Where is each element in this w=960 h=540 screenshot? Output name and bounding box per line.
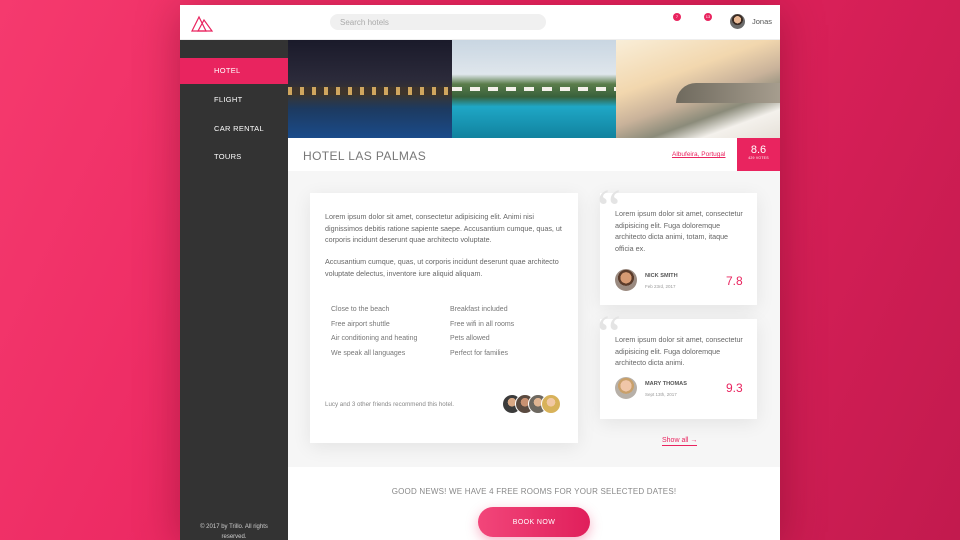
app-window: 7 13 Jonas Hotel Flight Car rental Tours… [180,5,780,540]
top-header: 7 13 Jonas [180,5,780,40]
reviewer-name: Mary Thomas [645,381,687,387]
sidebar-item-hotel[interactable]: Hotel [180,58,288,84]
copyright-text: © 2017 by Trillo. All rights reserved. [200,524,268,540]
hotel-content: Lorem ipsum dolor sit amet, consectetur … [288,171,780,471]
notification-badge: 7 [673,13,681,21]
sidebar-item-label: Tours [214,152,242,161]
description-card: Lorem ipsum dolor sit amet, consectetur … [310,193,578,443]
sidebar-item-label: Car rental [214,124,264,133]
feature-item: Free wifi in all rooms [450,321,515,328]
feature-item: Perfect for families [450,350,508,357]
sidebar-item-tours[interactable]: Tours [180,144,288,170]
trillo-logo-icon[interactable] [190,13,214,33]
review-score: 7.8 [726,274,743,288]
feature-item: We speak all languages [331,350,406,357]
avatar [615,269,637,291]
avatar[interactable] [541,394,561,414]
review-text: Lorem ipsum dolor sit amet, consectetur … [615,335,743,367]
gallery-photo-night-pool[interactable] [288,40,452,138]
description-paragraph: Accusantium cumque, quas, ut corporis in… [325,257,559,278]
sidebar-item-label: Hotel [214,66,241,75]
review-card: “ Lorem ipsum dolor sit amet, consectetu… [597,307,757,419]
gallery-photo-coast-view[interactable] [616,40,780,138]
review-text: Lorem ipsum dolor sit amet, consectetur … [615,209,743,253]
hotel-rating-value: 8.6 [750,144,767,156]
feature-item: Breakfast included [450,306,508,313]
gallery-photo-day-pool[interactable] [452,40,616,138]
sidebar-item-label: Flight [214,95,243,104]
review-date: Sept 13th, 2017 [645,392,677,397]
hotel-name: Hotel Las Palmas [303,149,427,163]
search-input[interactable] [330,14,546,30]
user-avatar[interactable] [730,14,745,29]
recommend-text: Lucy and 3 other friends recommend this … [325,401,454,408]
reviewer-name: Nick Smith [645,273,678,279]
user-name[interactable]: Jonas [752,17,772,26]
sidebar-item-car-rental[interactable]: Car rental [180,116,288,142]
show-all-reviews-link[interactable]: Show all → [662,437,698,446]
hotel-gallery [288,40,780,138]
feature-item: Free airport shuttle [331,321,390,328]
friend-avatars [502,394,564,414]
availability-message: Good news! We have 4 free rooms for your… [391,487,677,496]
feature-item: Close to the beach [331,306,390,313]
description-paragraph: Lorem ipsum dolor sit amet, consectetur … [325,212,562,244]
chat-notification[interactable]: 13 [703,13,713,23]
hotel-rating-box: 8.6 429 votes [737,138,780,171]
booking-cta: Good news! We have 4 free rooms for your… [288,467,780,540]
notification-badge: 13 [704,13,712,21]
book-now-button[interactable]: Book now [478,507,590,537]
feature-item: Pets allowed [450,335,490,342]
feature-item: Air conditioning and heating [331,335,418,342]
review-card: “ Lorem ipsum dolor sit amet, consectetu… [597,181,757,305]
bookmark-notification[interactable]: 7 [672,13,682,23]
sidebar-item-flight[interactable]: Flight [180,87,288,113]
hotel-title-bar: Hotel Las Palmas Albufeira, Portugal 8.6… [288,138,780,171]
review-date: Feb 23rd, 2017 [645,284,676,289]
hotel-rating-votes: 429 votes [748,156,769,160]
sidebar: Hotel Flight Car rental Tours © 2017 by … [180,40,288,540]
review-score: 9.3 [726,381,743,395]
hotel-location-link[interactable]: Albufeira, Portugal [672,151,725,158]
avatar [615,377,637,399]
